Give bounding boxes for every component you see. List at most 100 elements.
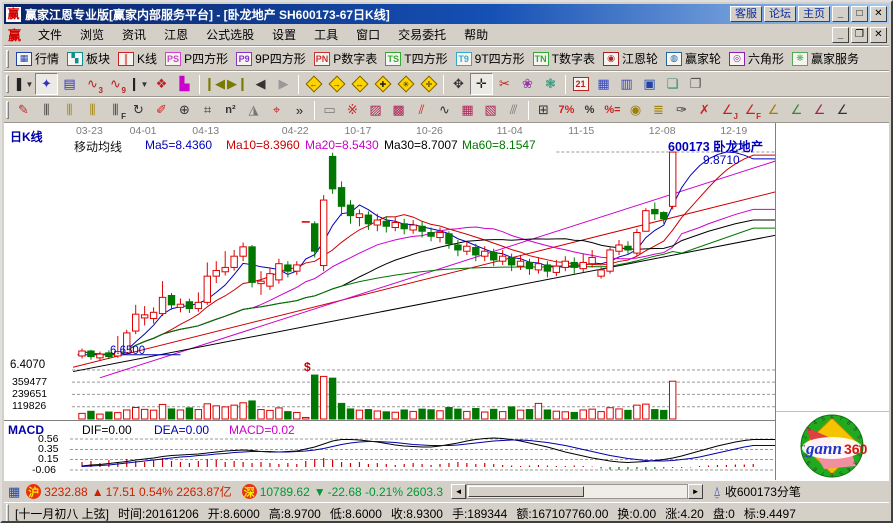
angle-advance-tool[interactable]: ∠	[785, 99, 808, 121]
diamond-left-button[interactable]: ←	[302, 73, 325, 95]
flower-tool-button[interactable]: ❀	[516, 73, 539, 95]
ruler-tool[interactable]: ⫼	[35, 99, 58, 121]
hatch-lines-tool[interactable]: ⫻	[502, 99, 525, 121]
wave-line-tool[interactable]: ∿	[433, 99, 456, 121]
golden-circle-tool[interactable]: ◉	[624, 99, 647, 121]
winner-wheel-button[interactable]: ◍赢家轮	[663, 48, 724, 69]
scrollbar-thumb[interactable]	[468, 486, 584, 497]
time-ruler-tool[interactable]: ⌗	[196, 99, 219, 121]
spiral-tool[interactable]: ↻	[127, 99, 150, 121]
notes-button[interactable]: ▥	[615, 73, 638, 95]
leaf-tool-button[interactable]: ❃	[539, 73, 562, 95]
speed-lines-tool[interactable]: ⫽	[410, 99, 433, 121]
mdi-restore-button[interactable]: ❐	[851, 27, 868, 43]
gann-compass-tool[interactable]: ⊕	[173, 99, 196, 121]
percent-line-tool[interactable]: %=	[601, 99, 624, 121]
forum-button[interactable]: 论坛	[764, 6, 796, 22]
percent7-tool[interactable]: 7%	[555, 99, 578, 121]
diamond-right-button[interactable]: →	[325, 73, 348, 95]
n-square-tool[interactable]: n²	[219, 99, 242, 121]
gann-fan-tool[interactable]: ※	[341, 99, 364, 121]
percent-tool[interactable]: %	[578, 99, 601, 121]
scale-tool[interactable]: ⊞	[532, 99, 555, 121]
menu-item-资讯[interactable]: 资讯	[113, 24, 155, 45]
calendar-button[interactable]: 21	[569, 73, 592, 95]
scrollbar-track[interactable]	[466, 484, 688, 499]
golden-band-tool[interactable]: ⫼	[81, 99, 104, 121]
export-image-button[interactable]: ❏	[661, 73, 684, 95]
customer-service-button[interactable]: 客服	[730, 6, 762, 22]
scroll-left-button[interactable]: ◄	[451, 484, 466, 499]
price-grid-tool[interactable]: ▦	[456, 99, 479, 121]
rect-select-tool[interactable]: ▭	[318, 99, 341, 121]
market-grid-icon[interactable]: ▦	[8, 484, 20, 500]
angle-gold-tool[interactable]: ∠	[762, 99, 785, 121]
t9-square-button[interactable]: T99T四方形	[453, 48, 528, 69]
winner-service-button[interactable]: ❋赢家服务	[789, 48, 862, 69]
p-number-table-button[interactable]: PNP数字表	[311, 48, 381, 69]
ink-tool[interactable]: ✑	[670, 99, 693, 121]
horizontal-scrollbar[interactable]: ◄ ►	[451, 484, 703, 500]
step-forward-button[interactable]: ▶	[272, 73, 295, 95]
menu-item-工具[interactable]: 工具	[305, 24, 347, 45]
diamond-hmove-button[interactable]: ↔	[348, 73, 371, 95]
angle-f-tool[interactable]: ∠F	[739, 99, 762, 121]
cross-angle-tool[interactable]: ✗	[693, 99, 716, 121]
step-back-button[interactable]: ◀	[249, 73, 272, 95]
save-button[interactable]: ▣	[638, 73, 661, 95]
jump-start-button[interactable]: ❙◀	[203, 73, 226, 95]
close-button[interactable]: ✕	[870, 6, 887, 22]
candle-style-selector[interactable]: ❙▼	[127, 73, 150, 95]
quotes-button[interactable]: ▦行情	[13, 48, 62, 69]
pencil-tool[interactable]: ✎	[12, 99, 35, 121]
angle-win-tool[interactable]: ∠	[808, 99, 831, 121]
diamond-star-button[interactable]: ✳	[394, 73, 417, 95]
indicator-panel-button[interactable]: ▙	[173, 73, 196, 95]
scroll-right-button[interactable]: ►	[688, 484, 703, 499]
menu-item-文件[interactable]: 文件	[29, 24, 71, 45]
more-tools-button[interactable]: »	[288, 99, 311, 121]
wave-3-button[interactable]: ∿3	[81, 73, 104, 95]
menu-item-交易委托[interactable]: 交易委托	[389, 24, 455, 45]
quote-tab-button[interactable]: 收600173分笔	[725, 483, 801, 500]
t-square-button[interactable]: TST四方形	[382, 48, 450, 69]
kline-button[interactable]: ║K线	[115, 48, 160, 69]
angle-four-tool[interactable]: ∠	[831, 99, 854, 121]
wave-9-button[interactable]: ∿9	[104, 73, 127, 95]
diamond-cross-button[interactable]: ✛	[417, 73, 440, 95]
measure-button[interactable]: ✂	[493, 73, 516, 95]
kline-period-selector[interactable]: ❚▼	[12, 73, 35, 95]
menu-item-设置[interactable]: 设置	[263, 24, 305, 45]
angle-wedge-tool[interactable]: ◮	[242, 99, 265, 121]
marker-pen-tool[interactable]: ✐	[150, 99, 173, 121]
maximize-button[interactable]: □	[851, 6, 868, 22]
menu-item-浏览[interactable]: 浏览	[71, 24, 113, 45]
target-tool[interactable]: ⌖	[265, 99, 288, 121]
gann-overlay-button[interactable]: ❖	[150, 73, 173, 95]
hexagon-button[interactable]: ◎六角形	[726, 48, 787, 69]
mdi-minimize-button[interactable]: _	[832, 27, 849, 43]
gann-wheel-button[interactable]: ◉江恩轮	[600, 48, 661, 69]
diamond-expand-button[interactable]: ✚	[371, 73, 394, 95]
fan-grid-tool[interactable]: ▨	[364, 99, 387, 121]
print-button[interactable]: ❐	[684, 73, 707, 95]
menu-item-公式选股[interactable]: 公式选股	[197, 24, 263, 45]
t-number-table-button[interactable]: TNT数字表	[530, 48, 598, 69]
homepage-button[interactable]: 主页	[798, 6, 830, 22]
fibonacci-tool[interactable]: ⫼F	[104, 99, 127, 121]
fan-dense-tool[interactable]: ▩	[387, 99, 410, 121]
menu-item-帮助[interactable]: 帮助	[455, 24, 497, 45]
p9-square-button[interactable]: P99P四方形	[233, 48, 309, 69]
mdi-close-button[interactable]: ✕	[870, 27, 887, 43]
calculator-button[interactable]: ▦	[592, 73, 615, 95]
angle-grid-tool[interactable]: ▧	[479, 99, 502, 121]
golden-section-tool[interactable]: ⫼	[58, 99, 81, 121]
sectors-button[interactable]: ▚板块	[64, 48, 113, 69]
angle-j-tool[interactable]: ∠J	[716, 99, 739, 121]
menu-item-江恩[interactable]: 江恩	[155, 24, 197, 45]
minimize-button[interactable]: _	[832, 6, 849, 22]
gann-shape-toggle[interactable]: ✦	[35, 73, 58, 95]
info-panel-button[interactable]: ▤	[58, 73, 81, 95]
crosshair-button[interactable]: ✛	[470, 73, 493, 95]
pan-hand-button[interactable]: ✥	[447, 73, 470, 95]
